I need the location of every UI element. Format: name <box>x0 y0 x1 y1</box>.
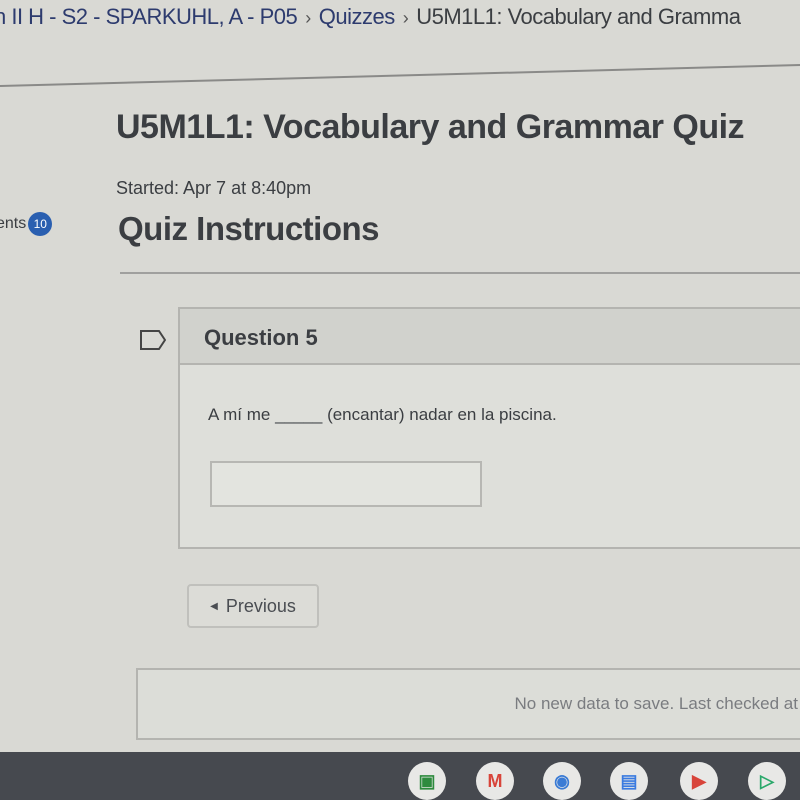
breadcrumb-quizzes[interactable]: Quizzes <box>319 4 395 29</box>
question-text: A mí me _____ (encantar) nadar en la pis… <box>208 405 557 424</box>
breadcrumb-current: U5M1L1: Vocabulary and Gramma <box>416 4 741 29</box>
save-status-bar: No new data to save. Last checked at <box>136 668 800 740</box>
page-title: U5M1L1: Vocabulary and Grammar Quiz <box>116 108 745 146</box>
previous-button[interactable]: ◀ Previous <box>187 584 319 628</box>
chevron-right-icon: › <box>305 8 311 28</box>
gmail-icon[interactable]: M <box>476 762 514 800</box>
answer-input[interactable] <box>210 461 482 507</box>
started-time: Started: Apr 7 at 8:40pm <box>116 178 312 198</box>
save-status-text: No new data to save. Last checked at <box>514 694 798 713</box>
count-badge: 10 <box>28 212 53 236</box>
chrome-icon[interactable]: ◉ <box>543 762 581 800</box>
google-docs-icon[interactable]: ▤ <box>610 762 648 800</box>
quiz-instructions-heading: Quiz Instructions <box>118 210 380 247</box>
play-store-icon[interactable]: ▷ <box>748 762 786 800</box>
caret-left-icon: ◀ <box>210 600 218 612</box>
question-card: Question 5 A mí me _____ (encantar) nada… <box>178 307 800 549</box>
youtube-icon[interactable]: ▶ <box>680 762 718 800</box>
divider <box>120 272 800 274</box>
question-heading: Question 5 <box>180 309 800 365</box>
sidebar-item-label: ents <box>0 215 27 232</box>
sidebar-item-comments[interactable]: ents 10 <box>0 212 53 236</box>
google-classroom-icon[interactable]: ▣ <box>408 762 446 800</box>
header-divider <box>0 63 800 87</box>
previous-label: Previous <box>225 595 296 616</box>
chevron-right-icon: › <box>402 8 409 28</box>
breadcrumb: n II H - S2 - SPARKUHL, A - P05 › Quizzes ›… <box>0 4 741 30</box>
flag-question-icon[interactable] <box>140 330 166 350</box>
breadcrumb-course[interactable]: n II H - S2 - SPARKUHL, A - P05 <box>0 4 298 29</box>
